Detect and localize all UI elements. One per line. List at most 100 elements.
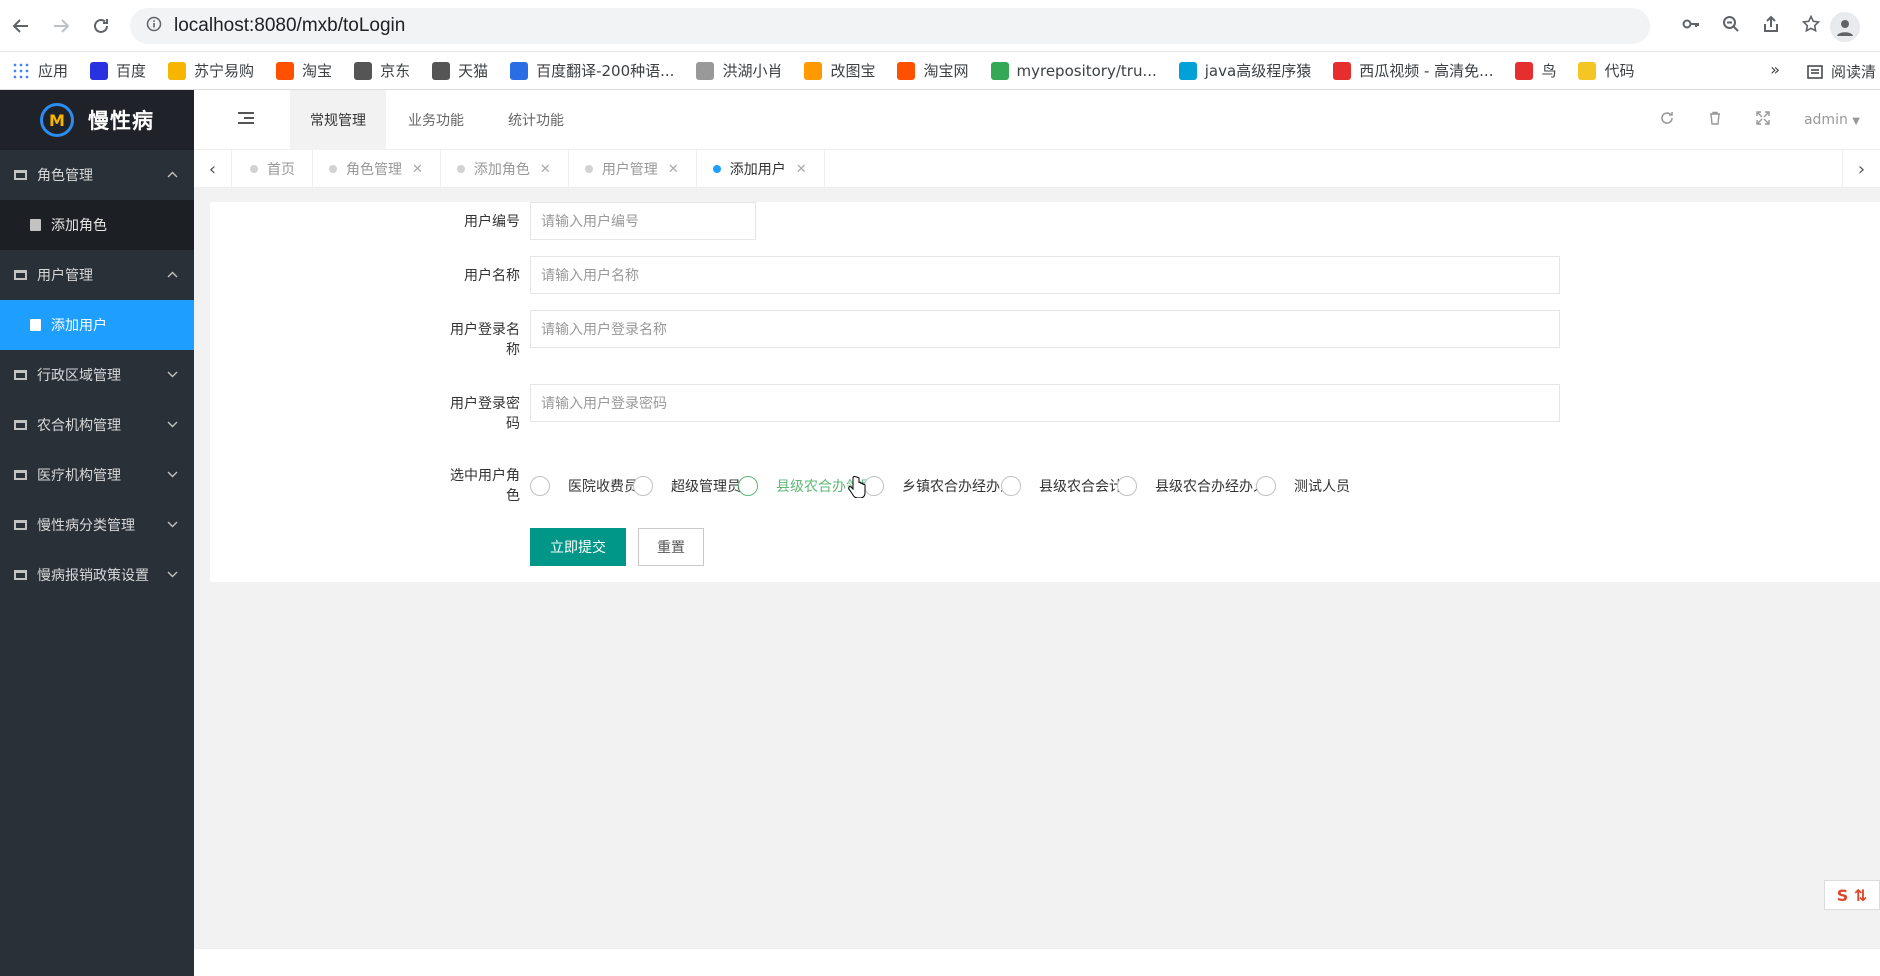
- sidebar-subitem[interactable]: 添加用户: [0, 300, 194, 350]
- page-tab[interactable]: 添加角色 ✕: [441, 150, 569, 188]
- menu-window-icon: [14, 470, 27, 480]
- sidebar-item[interactable]: 行政区域管理: [0, 350, 194, 400]
- page-tab-label: 首页: [267, 162, 295, 178]
- bookmark-favicon-icon: [1178, 61, 1197, 80]
- key-icon[interactable]: [1682, 15, 1700, 37]
- bookmark-favicon-icon: [12, 61, 30, 80]
- bookmark-item[interactable]: 应用: [12, 60, 68, 81]
- bookmark-item[interactable]: 代码: [1578, 60, 1635, 81]
- bookmark-item[interactable]: 西瓜视频 - 高清免...: [1333, 60, 1493, 81]
- bookmark-item[interactable]: 天猫: [432, 60, 488, 81]
- sidebar-item[interactable]: 慢性病分类管理: [0, 500, 194, 550]
- reset-button[interactable]: 重置: [638, 528, 704, 566]
- bookmark-item[interactable]: 淘宝: [276, 60, 332, 81]
- fullscreen-icon[interactable]: [1756, 111, 1770, 129]
- bookmark-label: 淘宝网: [923, 62, 969, 80]
- chevron-down-icon: [167, 468, 178, 481]
- tabs-right-icon[interactable]: ›: [1842, 150, 1880, 188]
- page-tab[interactable]: 添加用户 ✕: [697, 150, 825, 188]
- user-name-input[interactable]: 请输入用户名称: [530, 256, 1560, 294]
- bookmark-item[interactable]: 苏宁易购: [168, 60, 254, 81]
- app-logo[interactable]: M 慢性病: [0, 90, 194, 150]
- bookmark-favicon-icon: [510, 61, 529, 80]
- back-icon[interactable]: [8, 13, 34, 39]
- user-no-input[interactable]: 请输入用户编号: [530, 202, 756, 240]
- chevron-down-icon: [167, 568, 178, 581]
- radio-circle-icon: [633, 476, 653, 496]
- star-icon[interactable]: [1801, 14, 1821, 37]
- login-name-label-line2: 称: [506, 342, 520, 358]
- page-tab[interactable]: 用户管理 ✕: [569, 150, 697, 188]
- share-icon[interactable]: [1762, 15, 1780, 37]
- username: admin: [1803, 112, 1848, 128]
- role-radio-label: 医院收费员: [568, 479, 638, 495]
- sidebar-item[interactable]: 慢病报销政策设置: [0, 550, 194, 600]
- menu-window-icon: [14, 370, 27, 380]
- address-bar[interactable]: localhost:8080/mxb/toLogin: [130, 8, 1650, 44]
- bookmark-label: 洪湖小肖: [722, 62, 783, 80]
- bookmark-item[interactable]: 洪湖小肖: [696, 60, 782, 81]
- tab-statistics[interactable]: 统计功能: [488, 90, 584, 150]
- role-radio[interactable]: 超级管理员: [633, 476, 741, 496]
- reload-icon[interactable]: [88, 13, 114, 39]
- forward-icon[interactable]: [48, 13, 74, 39]
- submit-button[interactable]: 立即提交: [530, 528, 626, 566]
- reading-list[interactable]: 阅读清: [1807, 61, 1880, 82]
- sidebar-item[interactable]: 医疗机构管理: [0, 450, 194, 500]
- sidebar-item-label: 医疗机构管理: [37, 468, 121, 484]
- sidebar-item[interactable]: 农合机构管理: [0, 400, 194, 450]
- page-tab[interactable]: 首页: [234, 150, 313, 188]
- info-icon[interactable]: [146, 16, 162, 36]
- app-header: 常规管理 业务功能 统计功能 admin ▼: [194, 90, 1880, 150]
- role-radio[interactable]: 测试人员: [1256, 476, 1350, 496]
- bookmark-item[interactable]: 京东: [354, 60, 410, 81]
- address-bar-actions: [1682, 14, 1821, 37]
- role-radio[interactable]: 县级农合会计: [1001, 476, 1123, 496]
- bookmark-item[interactable]: 改图宝: [804, 60, 875, 81]
- zoom-icon[interactable]: [1722, 15, 1740, 37]
- tab-business[interactable]: 业务功能: [388, 90, 484, 150]
- menu-window-icon: [14, 570, 27, 580]
- bookmark-item[interactable]: 鸟: [1515, 60, 1556, 81]
- url-text[interactable]: localhost:8080/mxb/toLogin: [174, 15, 405, 37]
- user-menu[interactable]: admin ▼: [1804, 112, 1860, 128]
- ime-indicator-icon[interactable]: S ⇅: [1824, 880, 1880, 910]
- sidebar-item-label: 慢性病分类管理: [37, 518, 135, 534]
- menu-toggle-icon[interactable]: [238, 112, 254, 126]
- close-icon[interactable]: ✕: [796, 162, 807, 177]
- bookmark-favicon-icon: [1515, 61, 1534, 80]
- role-radio[interactable]: 医院收费员: [530, 476, 638, 496]
- bookmark-item[interactable]: java高级程序猿: [1178, 60, 1312, 81]
- sidebar-item-label: 用户管理: [37, 268, 93, 284]
- role-radio[interactable]: 乡镇农合办经办人: [864, 476, 1014, 496]
- profile-icon[interactable]: [1830, 12, 1860, 42]
- login-name-input[interactable]: 请输入用户登录名称: [530, 310, 1560, 348]
- menu-window-icon: [14, 420, 27, 430]
- role-label-line2: 色: [506, 488, 520, 504]
- bookmark-item[interactable]: myrepository/tru...: [990, 61, 1157, 80]
- role-radio[interactable]: 县级农合办经办人: [1117, 476, 1267, 496]
- close-icon[interactable]: ✕: [668, 162, 679, 177]
- sidebar-item[interactable]: 用户管理: [0, 250, 194, 300]
- login-pwd-input[interactable]: 请输入用户登录密码: [530, 384, 1560, 422]
- page-tab-label: 添加角色: [473, 162, 530, 178]
- bookmark-label: 改图宝: [830, 62, 876, 80]
- tab-regular[interactable]: 常规管理: [290, 90, 386, 150]
- sidebar-item[interactable]: 角色管理: [0, 150, 194, 200]
- close-icon[interactable]: ✕: [412, 162, 423, 177]
- bookmarks-more-icon[interactable]: »: [1770, 60, 1780, 79]
- page-tab[interactable]: 角色管理 ✕: [313, 150, 441, 188]
- bookmark-item[interactable]: 淘宝网: [897, 60, 969, 81]
- bookmark-item[interactable]: 百度翻译-200种语...: [510, 60, 674, 81]
- page-tab-label: 角色管理: [346, 162, 402, 178]
- bookmark-item[interactable]: 百度: [90, 60, 146, 81]
- close-icon[interactable]: ✕: [540, 162, 551, 177]
- trash-icon[interactable]: [1708, 111, 1722, 129]
- bookmark-favicon-icon: [168, 61, 187, 80]
- tabs-left-icon[interactable]: ‹: [194, 150, 232, 188]
- chevron-up-icon: [167, 168, 178, 181]
- browser-toolbar: localhost:8080/mxb/toLogin: [0, 0, 1880, 52]
- bookmark-label: java高级程序猿: [1204, 62, 1312, 80]
- refresh-icon[interactable]: [1660, 111, 1674, 129]
- sidebar-subitem[interactable]: 添加角色: [0, 200, 194, 250]
